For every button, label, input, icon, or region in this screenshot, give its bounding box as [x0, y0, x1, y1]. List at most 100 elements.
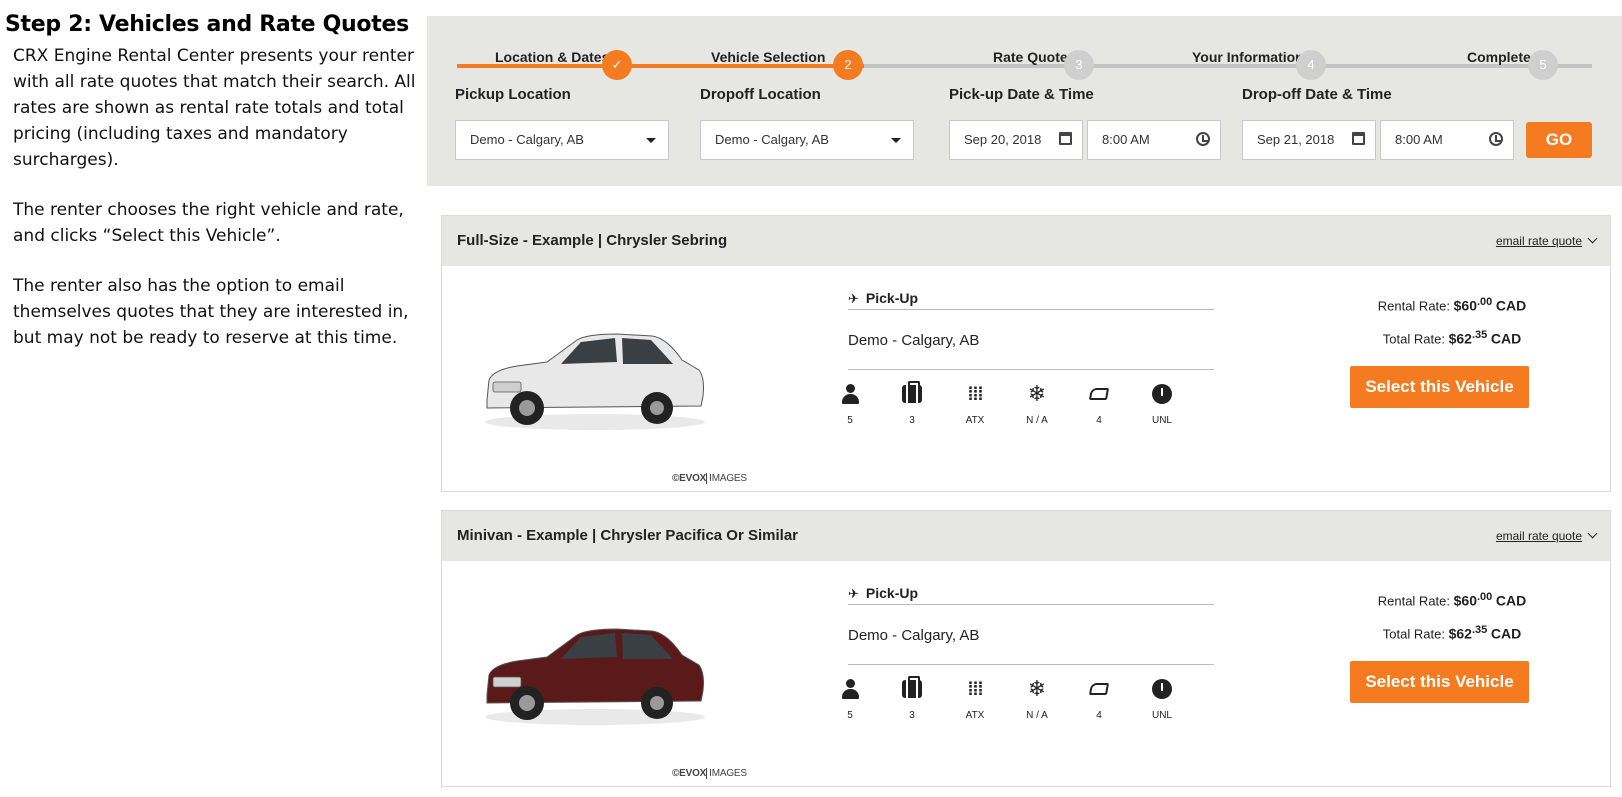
image-credit-brand: ©EVOX	[672, 473, 707, 484]
car-door-icon	[1088, 683, 1110, 695]
email-link-text: email rate quote	[1495, 234, 1582, 248]
mileage-gauge-icon	[1152, 679, 1172, 699]
pickup-location-value: Demo - Calgary, AB	[470, 132, 584, 147]
pickup-datetime-label: Pick-up Date & Time	[949, 86, 1094, 103]
rental-rate: Rental Rate: $60.00 CAD	[1342, 591, 1562, 608]
feature-value: N / A	[1026, 710, 1048, 721]
dropoff-location-label: Dropoff Location	[700, 86, 821, 103]
pickup-heading-text: Pick-Up	[865, 585, 919, 601]
feature-air-conditioning: ❄ N / A	[1017, 676, 1057, 722]
transmission-icon: ⁞⁞⁞	[967, 679, 984, 699]
chevron-down-icon	[1587, 528, 1598, 539]
total-rate-label: Total Rate:	[1382, 331, 1445, 347]
rental-rate-label: Rental Rate:	[1377, 593, 1450, 609]
feature-value: 3	[909, 710, 915, 721]
vehicle-title: Full-Size - Example | Chrysler Sebring	[457, 232, 728, 249]
car-door-icon	[1088, 388, 1110, 400]
vehicle-image	[485, 628, 705, 725]
vehicle-card: Minivan - Example | Chrysler Pacifica Or…	[441, 510, 1611, 787]
feature-mileage: UNL	[1142, 381, 1182, 426]
feature-value: UNL	[1151, 415, 1172, 426]
rental-rate-amount: $60	[1453, 297, 1477, 314]
pickup-location-select[interactable]: Demo - Calgary, AB	[455, 120, 669, 160]
luggage-icon	[902, 381, 922, 403]
select-vehicle-button[interactable]: Select this Vehicle	[1350, 366, 1529, 408]
divider	[848, 664, 1214, 665]
airplane-icon: ✈	[848, 291, 859, 306]
feature-mileage: UNL	[1142, 676, 1182, 721]
total-rate-cents: .35	[1471, 329, 1488, 341]
total-rate-cents: .35	[1471, 624, 1488, 636]
dropoff-location-select[interactable]: Demo - Calgary, AB	[700, 120, 914, 160]
description-panel: Step 2: Vehicles and Rate Quotes CRX Eng…	[0, 0, 420, 351]
rental-rate-label: Rental Rate:	[1377, 298, 1450, 314]
caret-down-icon	[891, 138, 901, 143]
rental-rate-cents: .00	[1476, 591, 1493, 603]
feature-value: 5	[847, 710, 853, 721]
feature-value: ATX	[965, 415, 985, 426]
image-credit-suffix: IMAGES	[706, 768, 747, 779]
email-rate-quote-link[interactable]: email rate quote	[1495, 233, 1598, 248]
feature-transmission: ⁞⁞⁞ ATX	[955, 676, 995, 721]
feature-value: ATX	[965, 710, 985, 721]
snowflake-icon: ❄	[1027, 381, 1047, 406]
total-rate-currency: CAD	[1490, 330, 1522, 347]
pickup-date-input[interactable]: Sep 20, 2018	[949, 120, 1083, 160]
vehicle-title: Minivan - Example | Chrysler Pacifica Or…	[457, 527, 799, 544]
pickup-heading: ✈ Pick-Up	[848, 585, 918, 602]
pickup-date-value: Sep 20, 2018	[964, 132, 1042, 147]
step-label: Your Information	[1192, 49, 1304, 65]
pickup-heading: ✈ Pick-Up	[848, 290, 918, 307]
snowflake-icon: ❄	[1027, 676, 1047, 701]
total-rate-amount: $62	[1448, 625, 1472, 642]
image-credit-brand: ©EVOX	[672, 768, 707, 779]
dropoff-time-input[interactable]: 8:00 AM	[1380, 120, 1514, 160]
step-label: Vehicle Selection	[711, 49, 826, 65]
dropoff-location-value: Demo - Calgary, AB	[715, 132, 829, 147]
email-link-text: email rate quote	[1495, 529, 1582, 543]
image-credit: ©EVOX IMAGES	[672, 768, 747, 779]
image-credit: ©EVOX IMAGES	[672, 473, 747, 484]
feature-value: N / A	[1026, 415, 1048, 426]
dropoff-date-input[interactable]: Sep 21, 2018	[1242, 120, 1376, 160]
calendar-icon	[1059, 132, 1072, 148]
pickup-heading-text: Pick-Up	[865, 290, 919, 306]
divider	[848, 369, 1214, 370]
vehicle-card-body: ©EVOX IMAGES ✈ Pick-Up Demo - Calgary, AB…	[442, 266, 1610, 491]
total-rate: Total Rate: $62.35 CAD	[1342, 329, 1562, 346]
go-button[interactable]: GO	[1526, 122, 1592, 158]
email-rate-quote-link[interactable]: email rate quote	[1495, 528, 1598, 543]
total-rate-label: Total Rate:	[1382, 626, 1445, 642]
description-paragraph-3: The renter also has the option to email …	[13, 276, 409, 348]
step-label: Complete	[1467, 49, 1531, 65]
pickup-time-value: 8:00 AM	[1102, 132, 1150, 147]
feature-value: 4	[1096, 415, 1102, 426]
luggage-icon	[902, 676, 922, 698]
clock-icon	[1196, 132, 1210, 149]
feature-value: 4	[1096, 710, 1102, 721]
calendar-icon	[1352, 132, 1365, 148]
total-rate-currency: CAD	[1490, 625, 1522, 642]
dropoff-date-value: Sep 21, 2018	[1257, 132, 1335, 147]
select-vehicle-button[interactable]: Select this Vehicle	[1350, 661, 1529, 703]
rental-rate-cents: .00	[1476, 296, 1493, 308]
feature-luggage: 3	[892, 676, 932, 721]
step-label: Rate Quote	[993, 49, 1068, 65]
feature-air-conditioning: ❄ N / A	[1017, 381, 1057, 427]
step-number: 4	[1296, 50, 1326, 80]
mileage-gauge-icon	[1152, 384, 1172, 404]
vehicle-card-body: ©EVOX IMAGES ✈ Pick-Up Demo - Calgary, AB…	[442, 561, 1610, 786]
total-rate: Total Rate: $62.35 CAD	[1342, 624, 1562, 641]
caret-down-icon	[646, 138, 656, 143]
step-label: Location & Dates	[495, 49, 610, 65]
divider	[848, 604, 1214, 605]
vehicle-card-header: Full-Size - Example | Chrysler Sebring e…	[442, 216, 1610, 266]
feature-value: 3	[909, 415, 915, 426]
divider	[848, 309, 1214, 310]
feature-passengers: 5	[830, 381, 870, 426]
feature-doors: 4	[1079, 676, 1119, 721]
feature-value: UNL	[1151, 710, 1172, 721]
airplane-icon: ✈	[848, 586, 859, 601]
rental-rate-currency: CAD	[1495, 592, 1527, 609]
pickup-time-input[interactable]: 8:00 AM	[1087, 120, 1221, 160]
